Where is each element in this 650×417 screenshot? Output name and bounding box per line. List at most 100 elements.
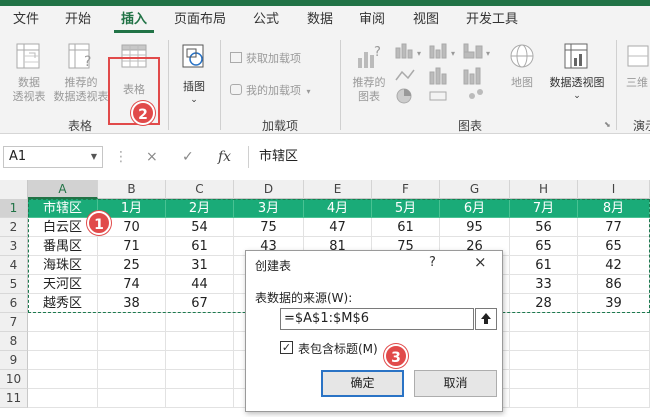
cell[interactable]: 42 [578,256,650,275]
row-header[interactable]: 2 [0,218,28,237]
cell[interactable] [166,370,234,389]
tab-page-layout[interactable]: 页面布局 [168,6,232,34]
help-icon[interactable]: ? [429,255,436,270]
maps-button[interactable]: 地图 [504,42,540,112]
pivot-chart-button[interactable]: 数据透视图 ⌄ [544,42,610,112]
cell[interactable] [28,370,98,389]
name-box[interactable]: A1 ▼ [3,146,103,168]
header-cell[interactable]: 5月 [372,199,440,218]
cell[interactable] [510,389,578,408]
cell[interactable]: 67 [166,294,234,313]
cell[interactable]: 28 [510,294,578,313]
cell[interactable] [166,313,234,332]
cell[interactable] [578,351,650,370]
has-headers-checkbox[interactable]: ✓ [280,341,293,354]
tab-formulas[interactable]: 公式 [246,6,286,34]
tab-insert[interactable]: 插入 [112,6,156,34]
header-cell[interactable]: 市辖区 [28,199,98,218]
column-header[interactable]: D [234,180,304,199]
illustrations-button[interactable]: 插图 ⌄ [174,42,214,112]
tab-file[interactable]: 文件 [6,6,46,34]
cell[interactable]: 番禺区 [28,237,98,256]
cell[interactable]: 47 [304,218,372,237]
cell[interactable] [98,351,166,370]
cell[interactable] [510,313,578,332]
chart-type-gallery[interactable]: ▾ ▾ ▾ [394,42,498,104]
cell[interactable]: 71 [98,237,166,256]
cell[interactable] [98,370,166,389]
tab-review[interactable]: 审阅 [352,6,392,34]
column-header[interactable]: E [304,180,372,199]
cell[interactable]: 39 [578,294,650,313]
cell[interactable]: 天河区 [28,275,98,294]
formula-input[interactable]: 市辖区 [248,146,648,168]
close-icon[interactable]: × [474,253,487,271]
dialog-launcher-icon[interactable]: ⬊ [604,120,611,129]
header-cell[interactable]: 6月 [440,199,510,218]
pivot-table-button[interactable]: 数据 透视表 [6,42,52,112]
cell[interactable] [510,351,578,370]
cell[interactable] [28,351,98,370]
column-header[interactable]: A [28,180,98,199]
3d-map-button[interactable]: 三维 [622,42,650,112]
more-options-icon[interactable]: ⋮ [114,146,128,168]
column-header[interactable]: G [440,180,510,199]
cell[interactable]: 33 [510,275,578,294]
cell[interactable] [510,332,578,351]
cell[interactable]: 65 [510,237,578,256]
cell[interactable]: 61 [372,218,440,237]
cell[interactable]: 海珠区 [28,256,98,275]
cell[interactable]: 越秀区 [28,294,98,313]
row-header[interactable]: 7 [0,313,28,332]
cell[interactable] [166,332,234,351]
cell[interactable]: 65 [578,237,650,256]
cell[interactable]: 61 [510,256,578,275]
cell[interactable]: 95 [440,218,510,237]
cell[interactable] [578,313,650,332]
collapse-dialog-button[interactable] [475,308,497,330]
cancel-button[interactable]: 取消 [414,370,497,397]
column-header[interactable]: I [578,180,650,199]
row-header[interactable]: 10 [0,370,28,389]
column-header[interactable]: B [98,180,166,199]
cell[interactable] [98,313,166,332]
header-cell[interactable]: 8月 [578,199,650,218]
header-cell[interactable]: 3月 [234,199,304,218]
tab-home[interactable]: 开始 [58,6,98,34]
cell[interactable] [28,313,98,332]
get-addins-button[interactable]: 获取加载项 [230,50,301,68]
cell[interactable]: 77 [578,218,650,237]
range-input[interactable]: =$A$1:$M$6 [280,308,474,330]
cell[interactable]: 38 [98,294,166,313]
column-header[interactable]: F [372,180,440,199]
cell[interactable] [98,332,166,351]
row-header[interactable]: 1 [0,199,28,218]
select-all-corner[interactable] [0,180,28,199]
row-header[interactable]: 5 [0,275,28,294]
cell[interactable]: 54 [166,218,234,237]
ok-button[interactable]: 确定 [321,370,404,397]
tab-data[interactable]: 数据 [300,6,340,34]
recommended-pivot-button[interactable]: ? 推荐的 数据透视表 [50,42,112,112]
row-header[interactable]: 8 [0,332,28,351]
cancel-icon[interactable]: × [146,146,158,168]
header-cell[interactable]: 7月 [510,199,578,218]
cell[interactable]: 56 [510,218,578,237]
header-cell[interactable]: 4月 [304,199,372,218]
cell[interactable] [28,332,98,351]
column-header[interactable]: C [166,180,234,199]
cell[interactable] [510,370,578,389]
cell[interactable] [578,332,650,351]
enter-icon[interactable]: ✓ [182,146,194,168]
header-cell[interactable]: 2月 [166,199,234,218]
cell[interactable] [166,351,234,370]
row-header[interactable]: 6 [0,294,28,313]
insert-function-icon[interactable]: fx [218,146,231,168]
cell[interactable]: 31 [166,256,234,275]
row-header[interactable]: 9 [0,351,28,370]
cell[interactable]: 61 [166,237,234,256]
cell[interactable]: 86 [578,275,650,294]
row-header[interactable]: 4 [0,256,28,275]
cell[interactable]: 25 [98,256,166,275]
cell[interactable] [28,389,98,408]
